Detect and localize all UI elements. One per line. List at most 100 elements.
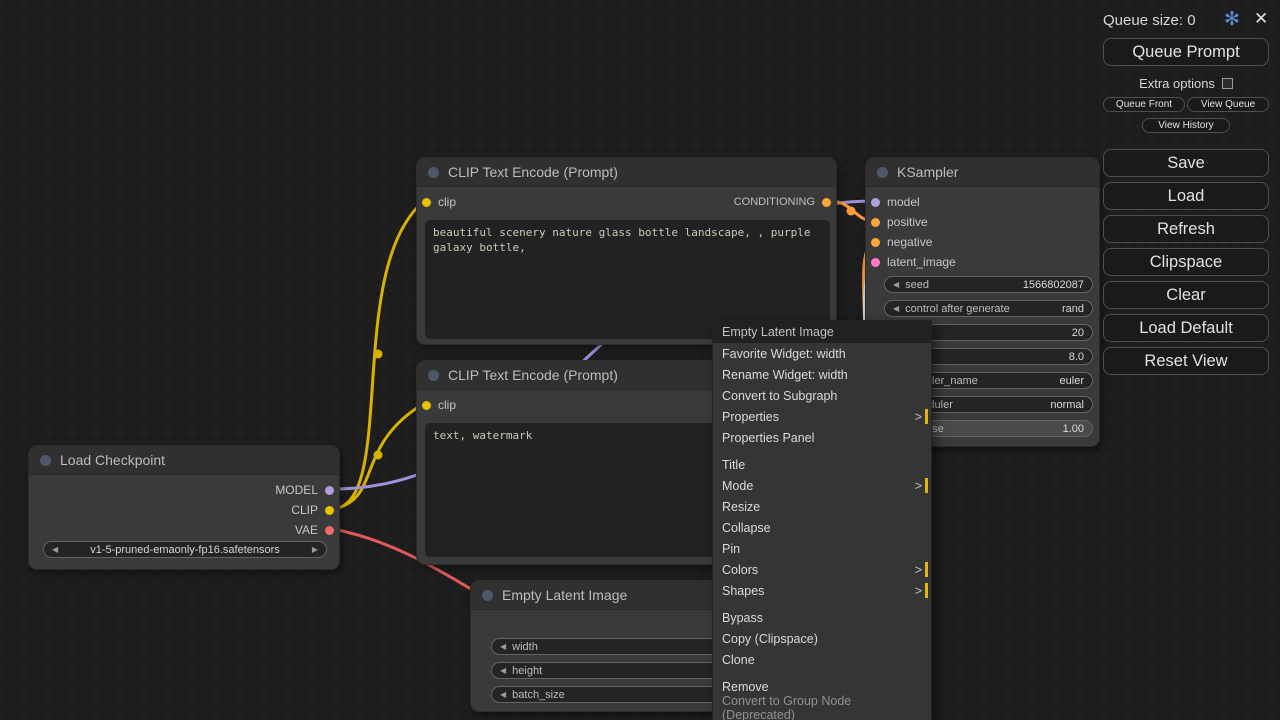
output-slot-model[interactable]: MODEL	[275, 482, 334, 498]
node-header-load-checkpoint[interactable]: Load Checkpoint	[29, 446, 339, 475]
node-collapse-dot-icon[interactable]	[428, 167, 439, 178]
context-menu-item-colors[interactable]: Colors>	[713, 559, 931, 580]
menu-item-label: Resize	[722, 500, 760, 514]
right-arrow-icon[interactable]: ▶	[312, 545, 318, 554]
ckpt-name-combo[interactable]: ◀ v1-5-pruned-emaonly-fp16.safetensors ▶	[43, 541, 327, 558]
input-slot-clip[interactable]: clip	[422, 397, 456, 413]
left-arrow-icon[interactable]: ◀	[500, 666, 506, 675]
left-arrow-icon[interactable]: ◀	[893, 280, 899, 289]
widget-label: height	[512, 665, 542, 677]
load-default-button[interactable]: Load Default	[1103, 314, 1269, 342]
menu-item-label: Title	[722, 458, 745, 472]
left-arrow-icon[interactable]: ◀	[893, 304, 899, 313]
context-menu-item-title[interactable]: Title	[713, 454, 931, 475]
clip-input-dot-icon[interactable]	[422, 198, 431, 207]
submenu-arrow-icon: >	[915, 563, 922, 577]
slot-label: latent_image	[887, 255, 956, 269]
load-button[interactable]: Load	[1103, 182, 1269, 210]
input-slot-negative[interactable]: negative	[871, 234, 932, 250]
queue-prompt-button[interactable]: Queue Prompt	[1103, 38, 1269, 66]
input-slot-latent-image[interactable]: latent_image	[871, 254, 956, 270]
context-menu-item-shapes[interactable]: Shapes>	[713, 580, 931, 601]
widget-label: width	[512, 641, 538, 653]
widget-value: normal	[1050, 399, 1084, 411]
node-collapse-dot-icon[interactable]	[40, 455, 51, 466]
context-menu-item-convert-to-subgraph[interactable]: Convert to Subgraph	[713, 385, 931, 406]
extra-options-checkbox[interactable]	[1222, 78, 1233, 89]
input-slot-clip[interactable]: clip	[422, 194, 456, 210]
context-menu-item-bypass[interactable]: Bypass	[713, 607, 931, 628]
input-slot-positive[interactable]: positive	[871, 214, 928, 230]
clipspace-button[interactable]: Clipspace	[1103, 248, 1269, 276]
submenu-arrow-icon: >	[915, 584, 922, 598]
input-slot-model[interactable]: model	[871, 194, 920, 210]
link-midpoint-dot[interactable]	[374, 451, 383, 460]
model-output-dot-icon[interactable]	[325, 486, 334, 495]
left-arrow-icon[interactable]: ◀	[500, 690, 506, 699]
queue-size-label: Queue size: 0	[1103, 12, 1196, 29]
node-header-ksampler[interactable]: KSampler	[866, 158, 1099, 187]
slot-label: positive	[887, 215, 928, 229]
context-menu-item-properties[interactable]: Properties>	[713, 406, 931, 427]
node-collapse-dot-icon[interactable]	[482, 590, 493, 601]
save-button[interactable]: Save	[1103, 149, 1269, 177]
node-clip-text-encode-1[interactable]: CLIP Text Encode (Prompt) clip CONDITION…	[416, 157, 837, 345]
refresh-button[interactable]: Refresh	[1103, 215, 1269, 243]
submenu-bar-icon	[925, 478, 928, 493]
latent-input-dot-icon[interactable]	[871, 258, 880, 267]
context-menu-item-convert-to-group-node[interactable]: Convert to Group Node (Deprecated)	[713, 697, 931, 718]
control-after-generate-widget[interactable]: ◀ control after generate rand	[884, 300, 1093, 317]
context-menu-item-pin[interactable]: Pin	[713, 538, 931, 559]
menu-item-label: Convert to Group Node (Deprecated)	[722, 694, 922, 720]
clip-output-dot-icon[interactable]	[325, 506, 334, 515]
seed-widget[interactable]: ◀ seed 1566802087	[884, 276, 1093, 293]
comfy-menu-panel: Queue size: 0 ✻ ✕ Queue Prompt Extra opt…	[1100, 0, 1276, 392]
context-menu-item-mode[interactable]: Mode >	[713, 475, 931, 496]
clear-button[interactable]: Clear	[1103, 281, 1269, 309]
vae-output-dot-icon[interactable]	[325, 526, 334, 535]
conditioning-output-dot-icon[interactable]	[822, 198, 831, 207]
output-slot-vae[interactable]: VAE	[295, 522, 334, 538]
extra-options-row: Extra options	[1100, 76, 1272, 91]
node-collapse-dot-icon[interactable]	[428, 370, 439, 381]
menu-item-label: Collapse	[722, 521, 771, 535]
widget-value: 8.0	[1069, 351, 1084, 363]
widget-label: seed	[905, 279, 929, 291]
context-menu: Empty Latent Image Favorite Widget: widt…	[712, 320, 932, 720]
link-midpoint-dot[interactable]	[847, 207, 856, 216]
settings-gear-icon[interactable]: ✻	[1224, 8, 1240, 31]
submenu-arrow-icon: >	[915, 479, 922, 493]
output-slot-clip[interactable]: CLIP	[291, 502, 334, 518]
submenu-bar-icon	[925, 562, 928, 577]
node-load-checkpoint[interactable]: Load Checkpoint MODEL CLIP VAE ◀ v1-5-pr…	[28, 445, 340, 570]
conditioning-input-dot-icon[interactable]	[871, 218, 880, 227]
queue-front-button[interactable]: Queue Front	[1103, 97, 1185, 112]
view-queue-button[interactable]: View Queue	[1187, 97, 1269, 112]
context-menu-item-rename-widget[interactable]: Rename Widget: width	[713, 364, 931, 385]
model-input-dot-icon[interactable]	[871, 198, 880, 207]
left-arrow-icon[interactable]: ◀	[52, 545, 58, 554]
widget-value: euler	[1060, 375, 1084, 387]
node-collapse-dot-icon[interactable]	[877, 167, 888, 178]
close-icon[interactable]: ✕	[1254, 9, 1268, 29]
context-menu-item-resize[interactable]: Resize	[713, 496, 931, 517]
context-menu-item-favorite-widget[interactable]: Favorite Widget: width	[713, 343, 931, 364]
menu-item-label: Convert to Subgraph	[722, 389, 837, 403]
submenu-arrow-icon: >	[915, 410, 922, 424]
context-menu-item-clone[interactable]: Clone	[713, 649, 931, 670]
left-arrow-icon[interactable]: ◀	[500, 642, 506, 651]
node-title: CLIP Text Encode (Prompt)	[448, 367, 618, 383]
conditioning-input-dot-icon[interactable]	[871, 238, 880, 247]
view-history-button[interactable]: View History	[1142, 118, 1230, 133]
node-title: Load Checkpoint	[60, 452, 165, 468]
node-header-clip-encode-1[interactable]: CLIP Text Encode (Prompt)	[417, 158, 836, 187]
reset-view-button[interactable]: Reset View	[1103, 347, 1269, 375]
context-menu-item-collapse[interactable]: Collapse	[713, 517, 931, 538]
output-slot-conditioning[interactable]: CONDITIONING	[734, 194, 831, 210]
context-menu-item-copy-clipspace[interactable]: Copy (Clipspace)	[713, 628, 931, 649]
context-menu-title: Empty Latent Image	[713, 321, 931, 343]
link-midpoint-dot[interactable]	[374, 350, 383, 359]
menu-item-label: Mode	[722, 479, 753, 493]
clip-input-dot-icon[interactable]	[422, 401, 431, 410]
context-menu-item-properties-panel[interactable]: Properties Panel	[713, 427, 931, 448]
